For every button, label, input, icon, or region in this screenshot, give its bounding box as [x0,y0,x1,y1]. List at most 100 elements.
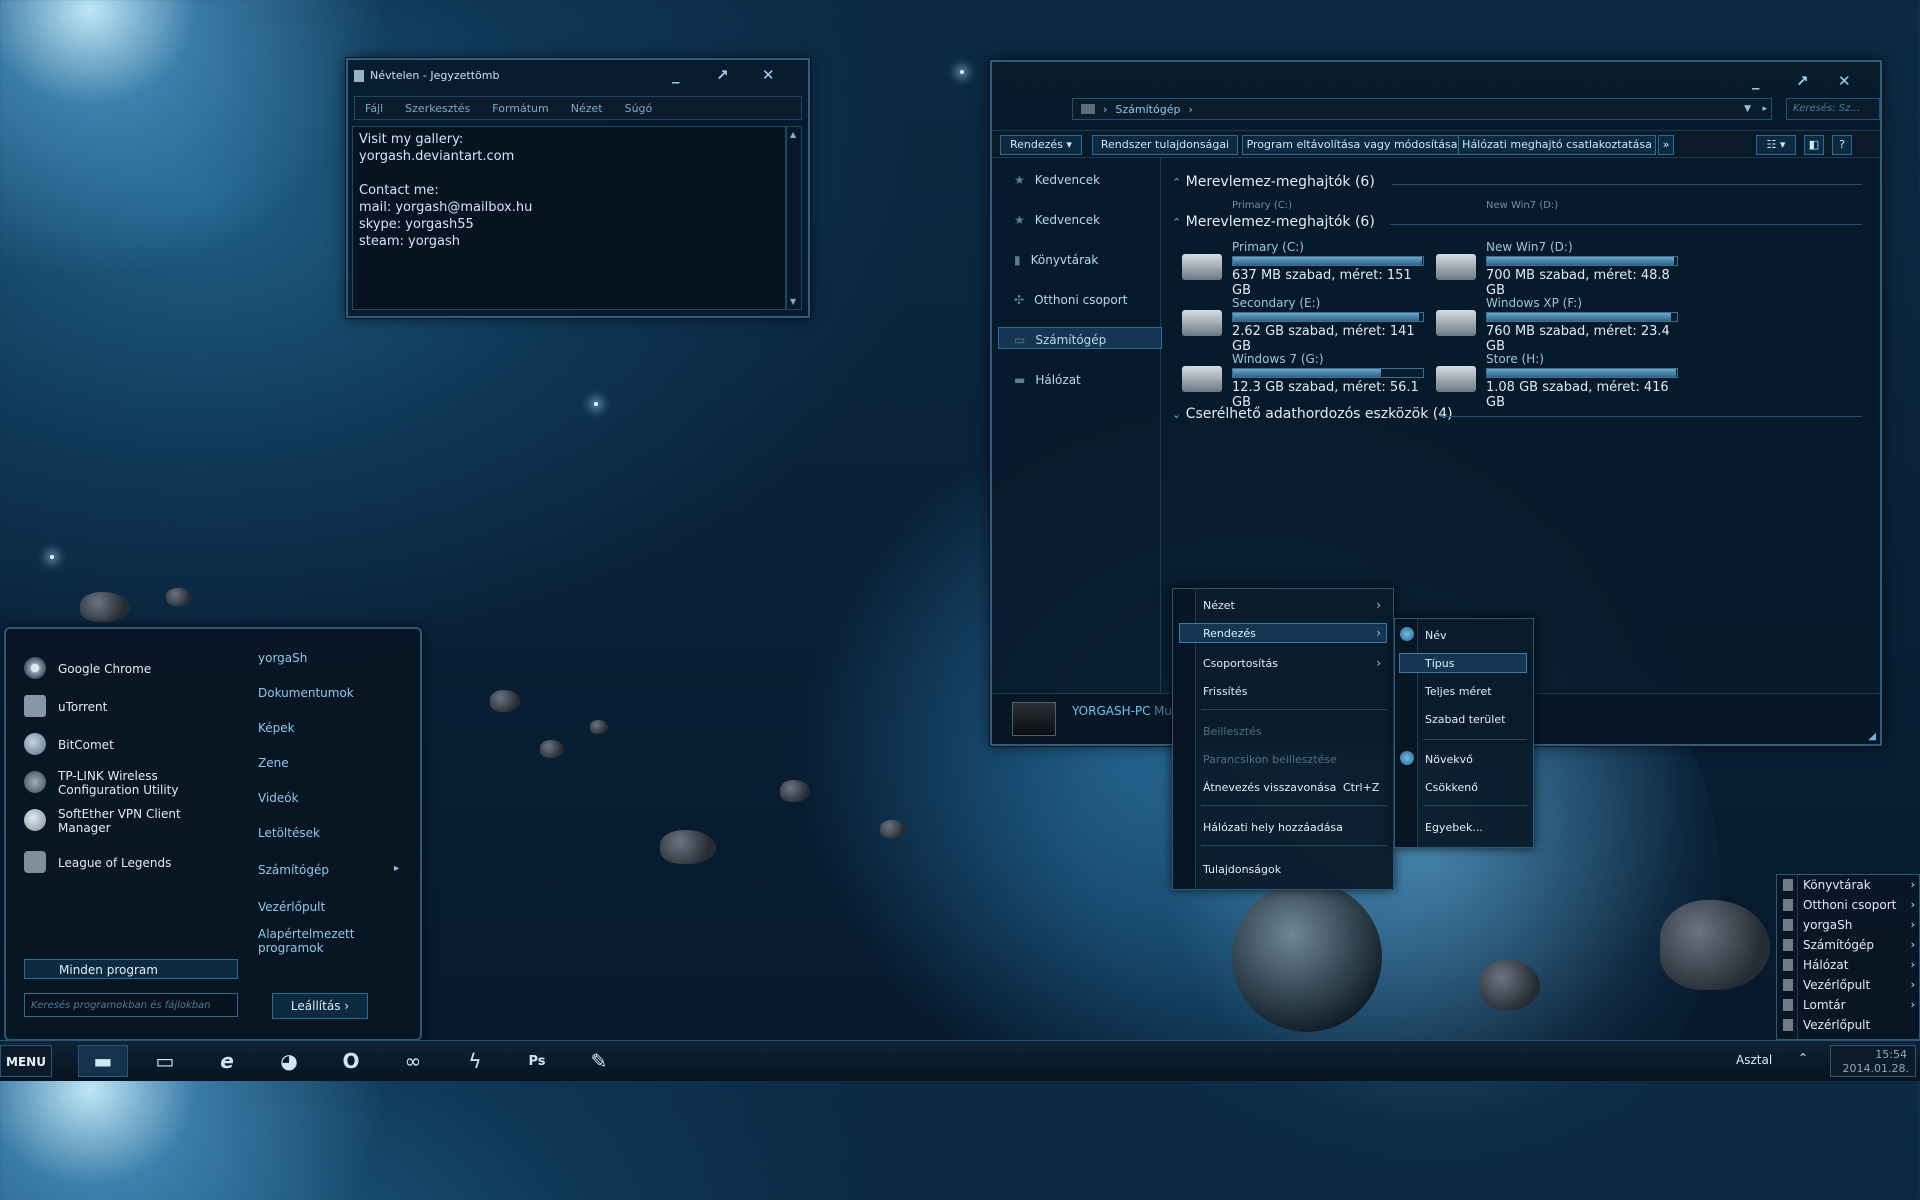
jump-item-computer[interactable]: Számítógép [1803,938,1874,952]
all-programs-button[interactable]: Minden program [24,959,238,979]
program-softether[interactable]: SoftEther VPN Client Manager [58,807,181,835]
group-header-hard-drives[interactable]: ⌃ Merevlemez-meghajtók (6) [1172,174,1375,190]
view-options-icon[interactable]: ☷ ▾ [1756,135,1796,155]
more-commands-button[interactable]: » [1658,135,1674,155]
drive-item[interactable]: Secondary (E:) 2.62 GB szabad, méret: 14… [1182,296,1432,354]
pencil-taskbar-icon[interactable]: ✎ [574,1045,624,1077]
nav-item-favorites-2[interactable]: ★ Kedvencek [1014,213,1100,227]
text-area[interactable]: Visit my gallery: yorgash.deviantart.com… [352,126,786,310]
start-menu-button[interactable]: MENU [0,1045,52,1077]
menu-item-refresh[interactable]: Frissítés [1203,685,1247,698]
program-tplink[interactable]: TP-LINK Wireless Configuration Utility [58,769,179,797]
desktop-jump-list: Könyvtárak › Otthoni csoport › yorgaSh › Sz… [1776,874,1920,1040]
jump-item-user[interactable]: yorgaSh [1803,918,1852,932]
minimize-button[interactable]: _ [1752,72,1760,90]
breadcrumb-computer[interactable]: Számítógép [1115,103,1180,116]
place-documents[interactable]: Dokumentumok [258,686,354,700]
sort-by-free-space[interactable]: Szabad terület [1425,713,1505,726]
place-computer[interactable]: Számítógép [258,863,329,877]
maximize-button[interactable]: ↗ [1796,72,1809,90]
drive-item[interactable]: New Win7 (D:) 700 MB szabad, méret: 48.8… [1436,240,1686,298]
uninstall-program-button[interactable]: Program eltávolítása vagy módosítása [1242,135,1462,155]
menu-view[interactable]: Nézet [571,102,603,115]
menu-help[interactable]: Súgó [625,102,653,115]
vertical-scrollbar[interactable]: ▲ ▼ [786,126,802,310]
menu-item-properties[interactable]: Tulajdonságok [1203,863,1281,876]
lightning-taskbar-icon[interactable]: ϟ [450,1045,500,1077]
drive-item[interactable]: Windows 7 (G:) 12.3 GB szabad, méret: 56… [1182,352,1432,410]
organize-button[interactable]: Rendezés ▾ [1000,135,1082,155]
start-search-input[interactable]: Keresés programokban és fájlokban [24,993,238,1017]
menu-item-sort[interactable]: Rendezés [1203,627,1256,640]
sort-descending[interactable]: Csökkenő [1425,781,1478,794]
resize-grip-icon[interactable]: ◢ [1868,731,1876,742]
scroll-up-icon[interactable]: ▲ [790,130,796,139]
shutdown-button[interactable]: Leállítás › [272,993,368,1019]
dropdown-arrow-icon[interactable]: ▼ [1744,104,1751,114]
menu-item-undo-rename[interactable]: Átnevezés visszavonása [1203,781,1336,794]
nav-item-computer[interactable]: ▭ Számítógép [1014,333,1106,347]
sort-by-name[interactable]: Név [1425,629,1447,642]
nav-item-libraries[interactable]: ▮ Könyvtárak [1014,253,1098,267]
computer-taskbar-icon[interactable]: ▭ [140,1045,190,1077]
program-chrome[interactable]: Google Chrome [58,662,151,676]
close-button[interactable]: ✕ [1838,72,1851,90]
address-bar[interactable]: › Számítógép › ▼ ▸ [1072,98,1772,120]
system-properties-button[interactable]: Rendszer tulajdonságai [1092,135,1238,155]
sort-by-type[interactable]: Típus [1425,657,1454,670]
drive-item[interactable]: Windows XP (F:) 760 MB szabad, méret: 23… [1436,296,1686,354]
place-pictures[interactable]: Képek [258,721,295,735]
file-explorer-taskbar-icon[interactable]: ▬ [78,1045,128,1077]
menu-edit[interactable]: Szerkesztés [405,102,470,115]
softether-icon [24,809,46,831]
jump-item-control-panel[interactable]: Vezérlőpult [1803,978,1870,992]
nav-item-homegroup[interactable]: ✣ Otthoni csoport [1014,293,1127,307]
sort-more[interactable]: Egyebek... [1425,821,1483,834]
menu-format[interactable]: Formátum [492,102,548,115]
close-button[interactable]: ✕ [762,66,775,84]
menu-file[interactable]: Fájl [365,102,383,115]
drive-item[interactable]: Primary (C:) 637 MB szabad, méret: 151 G… [1182,240,1432,298]
place-videos[interactable]: Videók [258,791,299,805]
steam-taskbar-icon[interactable]: ◕ [264,1045,314,1077]
preview-pane-icon[interactable]: ◧ [1804,135,1824,155]
place-downloads[interactable]: Letöltések [258,826,320,840]
library-icon: ▮ [1014,253,1021,267]
internet-explorer-taskbar-icon[interactable]: e [202,1045,252,1077]
jump-item-network[interactable]: Hálózat [1803,958,1848,972]
program-utorrent[interactable]: uTorrent [58,700,107,714]
map-network-drive-button[interactable]: Hálózati meghajtó csatlakoztatása [1458,135,1656,155]
program-league-of-legends[interactable]: League of Legends [58,856,171,870]
nav-item-network[interactable]: ▬ Hálózat [1014,373,1081,387]
tray-expand-icon[interactable]: ⌃ [1798,1051,1808,1065]
go-forward-icon[interactable]: ▸ [1762,104,1767,114]
nav-item-favorites[interactable]: ★ Kedvencek [1014,173,1100,187]
place-music[interactable]: Zene [258,756,289,770]
help-icon[interactable]: ? [1832,135,1852,155]
place-user-folder[interactable]: yorgaSh [258,651,307,665]
scroll-down-icon[interactable]: ▼ [790,297,796,306]
program-bitcomet[interactable]: BitComet [58,738,114,752]
group-header-hard-drives[interactable]: ⌃ Merevlemez-meghajtók (6) [1172,214,1375,230]
search-input[interactable]: Keresés: Sz... [1786,98,1880,120]
opera-taskbar-icon[interactable]: O [326,1045,376,1077]
minimize-button[interactable]: _ [672,66,680,84]
drive-item[interactable]: Store (H:) 1.08 GB szabad, méret: 416 GB [1436,352,1686,410]
clock[interactable]: 15:54 2014.01.28. [1830,1045,1916,1077]
menu-item-view[interactable]: Nézet [1203,599,1235,612]
sort-ascending[interactable]: Növekvő [1425,753,1473,766]
photoshop-taskbar-icon[interactable]: Ps [512,1045,562,1077]
link-taskbar-icon[interactable]: ∞ [388,1045,438,1077]
place-default-programs[interactable]: Alapértelmezett programok [258,927,354,955]
sort-by-total-size[interactable]: Teljes méret [1425,685,1492,698]
place-control-panel[interactable]: Vezérlőpult [258,900,325,914]
group-header-removable[interactable]: ⌄ Cserélhető adathordozós eszközök (4) [1172,406,1453,422]
maximize-button[interactable]: ↗ [716,66,729,84]
menu-item-group-by[interactable]: Csoportosítás [1203,657,1278,670]
show-desktop-label[interactable]: Asztal [1736,1053,1772,1067]
jump-item-libraries[interactable]: Könyvtárak [1803,878,1871,892]
jump-item-control-panel-2[interactable]: Vezérlőpult [1803,1018,1870,1032]
jump-item-homegroup[interactable]: Otthoni csoport [1803,898,1896,912]
jump-item-recycle-bin[interactable]: Lomtár [1803,998,1846,1012]
menu-item-add-network-location[interactable]: Hálózati hely hozzáadása [1203,821,1343,834]
